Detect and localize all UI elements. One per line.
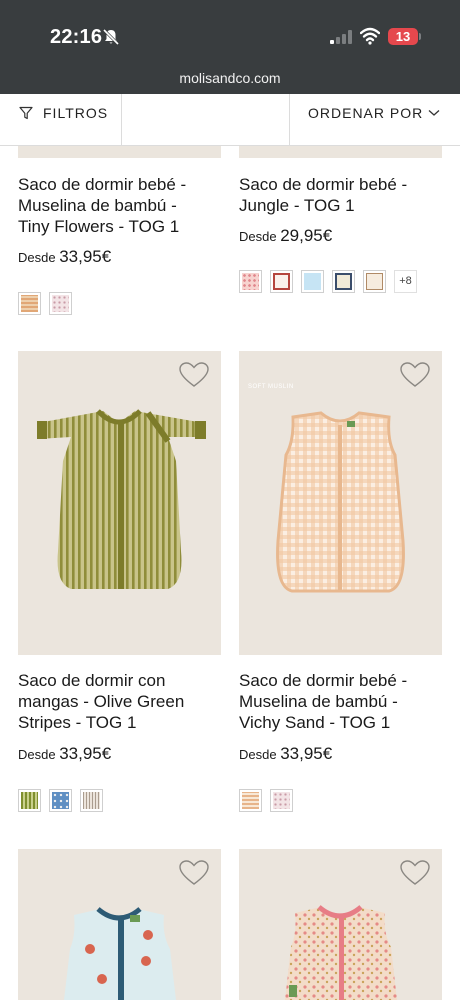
swatch-pink-dots[interactable] bbox=[49, 292, 72, 315]
price-amount: 33,95€ bbox=[59, 744, 112, 763]
filters-label: FILTROS bbox=[43, 105, 109, 121]
product-name-line: Tiny Flowers - TOG 1 bbox=[18, 217, 180, 236]
heart-icon[interactable] bbox=[179, 362, 209, 388]
product-name-line: Jungle - TOG 1 bbox=[239, 196, 355, 215]
product-image[interactable] bbox=[18, 849, 221, 1000]
swatch-navy-frame[interactable] bbox=[332, 270, 355, 293]
chevron-down-icon bbox=[428, 110, 440, 116]
product-name-line: Muselina de bambú - bbox=[239, 692, 398, 711]
battery-tip bbox=[419, 33, 421, 40]
swatch-light-blue[interactable] bbox=[301, 270, 324, 293]
vichy-sand-sleeping-bag-image bbox=[276, 411, 405, 593]
heart-icon[interactable] bbox=[179, 860, 209, 886]
product-price: Desde 29,95€ bbox=[239, 226, 332, 246]
price-prefix: Desde bbox=[239, 229, 277, 244]
wifi-icon bbox=[360, 27, 380, 45]
price-prefix: Desde bbox=[18, 747, 56, 762]
heart-icon[interactable] bbox=[400, 860, 430, 886]
status-time: 22:16 bbox=[50, 26, 103, 48]
price-prefix: Desde bbox=[239, 747, 277, 762]
olive-stripes-sleeping-bag-image bbox=[37, 409, 206, 589]
swatch-pink-dots[interactable] bbox=[270, 789, 293, 812]
swatch-sand-check[interactable] bbox=[239, 789, 262, 812]
bell-muted-icon bbox=[102, 28, 120, 46]
price-prefix: Desde bbox=[18, 250, 56, 265]
filter-sort-bar: FILTROS ORDENAR POR bbox=[0, 94, 460, 146]
price-amount: 29,95€ bbox=[280, 226, 333, 245]
swatch-grey-check[interactable] bbox=[80, 789, 103, 812]
product-name-line: Muselina de bambú - bbox=[18, 196, 177, 215]
battery-icon: 13 bbox=[388, 28, 418, 45]
product-name[interactable]: Saco de dormir bebé - Muselina de bambú … bbox=[18, 174, 223, 237]
product-image[interactable] bbox=[18, 351, 221, 655]
product-name[interactable]: Saco de dormir bebé - Jungle - TOG 1 bbox=[239, 174, 444, 216]
product-name-line: Stripes - TOG 1 bbox=[18, 713, 137, 732]
product-name-line: Saco de dormir con bbox=[18, 671, 166, 690]
sort-button[interactable]: ORDENAR POR bbox=[290, 94, 460, 146]
product-price: Desde 33,95€ bbox=[18, 744, 111, 764]
price-amount: 33,95€ bbox=[280, 744, 333, 763]
product-price: Desde 33,95€ bbox=[239, 744, 332, 764]
sort-label: ORDENAR POR bbox=[308, 105, 424, 121]
heart-icon[interactable] bbox=[400, 362, 430, 388]
product-name[interactable]: Saco de dormir bebé - Muselina de bambú … bbox=[239, 670, 444, 733]
status-bar: 22:16 13 molisandco.com bbox=[0, 0, 460, 94]
signal-icon bbox=[330, 30, 352, 44]
swatch-red-frame[interactable] bbox=[270, 270, 293, 293]
color-swatches bbox=[18, 292, 72, 315]
product-name-line: Saco de dormir bebé - bbox=[239, 671, 408, 690]
more-colors-badge[interactable]: +8 bbox=[394, 270, 417, 293]
soft-muslin-badge: SOFT MUSLIN bbox=[248, 384, 294, 390]
product-name-line: Vichy Sand - TOG 1 bbox=[239, 713, 391, 732]
swatch-olive-stripes[interactable] bbox=[18, 789, 41, 812]
color-swatches: +8 bbox=[239, 270, 417, 293]
price-amount: 33,95€ bbox=[59, 247, 112, 266]
filter-funnel-icon bbox=[19, 106, 33, 120]
address-bar-url[interactable]: molisandco.com bbox=[0, 70, 460, 86]
product-image[interactable] bbox=[239, 849, 442, 1000]
filters-button[interactable]: FILTROS bbox=[0, 94, 122, 146]
product-image[interactable] bbox=[239, 146, 442, 158]
product-name-line: Saco de dormir bebé - bbox=[18, 175, 187, 194]
swatch-blue-print[interactable] bbox=[49, 789, 72, 812]
color-swatches bbox=[18, 789, 103, 812]
product-price: Desde 33,95€ bbox=[18, 247, 111, 267]
color-swatches bbox=[239, 789, 293, 812]
swatch-cream-floral[interactable] bbox=[363, 270, 386, 293]
product-image[interactable] bbox=[18, 146, 221, 158]
product-name-line: Saco de dormir bebé - bbox=[239, 175, 408, 194]
swatch-beige-check[interactable] bbox=[18, 292, 41, 315]
product-name[interactable]: Saco de dormir con mangas - Olive Green … bbox=[18, 670, 223, 733]
product-name-line: mangas - Olive Green bbox=[18, 692, 185, 711]
swatch-pink-pattern[interactable] bbox=[239, 270, 262, 293]
product-image[interactable]: SOFT MUSLIN bbox=[239, 351, 442, 655]
